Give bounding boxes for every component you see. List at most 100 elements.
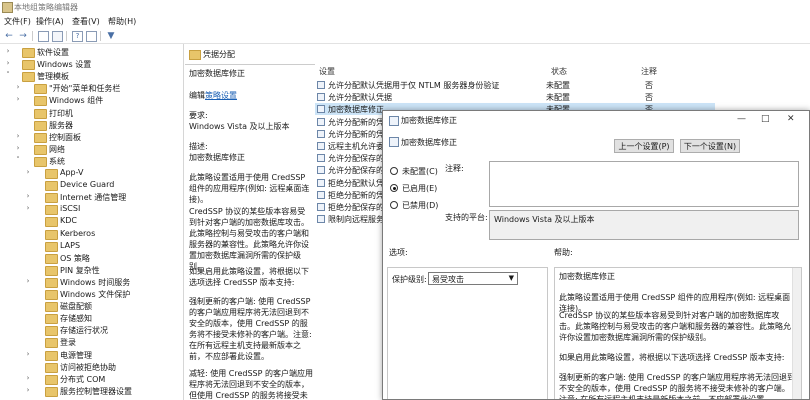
tree-item[interactable]: › App-V bbox=[0, 167, 183, 179]
menu-action[interactable]: 操作(A) bbox=[36, 16, 64, 27]
radio-disabled[interactable] bbox=[390, 201, 398, 209]
policy-setting-icon bbox=[317, 190, 325, 199]
tree-item[interactable]: 服务器 bbox=[0, 119, 183, 131]
list-item[interactable]: 允许分配默认凭据 未配置 否 bbox=[315, 91, 715, 103]
folder-icon bbox=[45, 302, 58, 313]
next-setting-button[interactable]: 下一个设置(N) bbox=[680, 139, 740, 153]
protection-level-select[interactable]: 易受攻击 ▼ bbox=[428, 272, 518, 285]
tree-item[interactable]: › 服务控制管理器设置 bbox=[0, 385, 183, 397]
tree-item[interactable]: OS 策略 bbox=[0, 252, 183, 264]
maximize-icon[interactable]: □ bbox=[761, 114, 770, 124]
chevron-right-icon[interactable]: › bbox=[24, 277, 32, 285]
column-header-comment[interactable]: 注释 bbox=[641, 66, 657, 78]
setting-state: 未配置 bbox=[546, 93, 570, 103]
filter-icon[interactable]: ▼ bbox=[106, 31, 116, 41]
chevron-right-icon[interactable]: › bbox=[14, 132, 22, 140]
show-hide-tree-icon[interactable] bbox=[38, 31, 49, 42]
folder-icon bbox=[45, 181, 58, 192]
radio-disabled-label[interactable]: 已禁用(D) bbox=[402, 200, 438, 211]
folder-icon bbox=[45, 205, 58, 216]
properties-icon[interactable] bbox=[52, 31, 63, 42]
chevron-down-icon[interactable]: ˅ bbox=[4, 71, 12, 79]
tree-item[interactable]: › iSCSI bbox=[0, 203, 183, 216]
comment-textarea[interactable] bbox=[489, 161, 799, 207]
edit-policy-link[interactable]: 策略设置 bbox=[205, 91, 237, 100]
toolbar-separator bbox=[66, 31, 67, 41]
menu-help[interactable]: 帮助(H) bbox=[108, 16, 136, 27]
policy-setting-icon bbox=[317, 166, 325, 175]
tree-item[interactable]: PIN 复杂性 bbox=[0, 264, 183, 276]
options-panel: 保护级别: 易受攻击 ▼ bbox=[387, 267, 548, 399]
window-title: 本地组策略编辑器 bbox=[14, 3, 78, 12]
chevron-right-icon[interactable]: › bbox=[24, 204, 32, 212]
tree-item[interactable]: KDC bbox=[0, 215, 183, 228]
tree-item[interactable]: › 控制面板 bbox=[0, 131, 183, 143]
folder-icon bbox=[45, 229, 58, 240]
setting-comment: 否 bbox=[645, 93, 653, 103]
tree-item[interactable]: › 分布式 COM bbox=[0, 373, 183, 385]
navigation-tree[interactable]: › 软件设置 › Windows 设置 ˅ 管理模板 › "开始"菜单和任务栏 › Windows… bbox=[0, 44, 184, 400]
column-header-state[interactable]: 状态 bbox=[551, 66, 567, 78]
help-scrollbar[interactable] bbox=[792, 268, 801, 399]
chevron-right-icon[interactable]: › bbox=[24, 350, 32, 358]
tree-item[interactable]: 存储感知 bbox=[0, 312, 183, 325]
tree-item[interactable]: 访问被拒绝协助 bbox=[0, 361, 183, 373]
tree-item[interactable]: 登录 bbox=[0, 336, 183, 349]
tree-item[interactable]: › Windows 设置 bbox=[0, 58, 183, 71]
tree-item[interactable]: › 网络 bbox=[0, 143, 183, 155]
chevron-right-icon[interactable]: › bbox=[14, 83, 22, 91]
tree-item[interactable]: LAPS bbox=[0, 240, 183, 252]
chevron-right-icon[interactable]: › bbox=[24, 374, 32, 382]
policy-setting-icon bbox=[317, 117, 325, 126]
column-header-setting[interactable]: 设置 bbox=[319, 66, 335, 78]
tree-item[interactable]: › "开始"菜单和任务栏 bbox=[0, 82, 183, 95]
extended-description-pane: 凭据分配 加密数据库修正 编辑策略设置 要求: Windows Vista 及以… bbox=[185, 44, 315, 400]
help-paragraph-2: CredSSP 协议的某些版本容易受到针对客户端的加密数据库攻击。此策略控制与易… bbox=[559, 311, 791, 342]
radio-not-configured[interactable] bbox=[390, 167, 398, 175]
radio-enabled[interactable] bbox=[390, 184, 398, 192]
chevron-down-icon[interactable]: ˅ bbox=[14, 156, 22, 164]
tree-item[interactable]: › Windows 时间服务 bbox=[0, 276, 183, 288]
chevron-right-icon[interactable]: › bbox=[14, 95, 22, 103]
folder-icon bbox=[189, 50, 201, 60]
show-hide-pane-icon[interactable] bbox=[86, 31, 97, 42]
tree-item[interactable]: › Windows 组件 bbox=[0, 94, 183, 107]
chevron-right-icon[interactable]: › bbox=[4, 47, 12, 55]
previous-setting-button[interactable]: 上一个设置(P) bbox=[614, 139, 674, 153]
tree-item[interactable]: 打印机 bbox=[0, 107, 183, 119]
close-icon[interactable]: ✕ bbox=[787, 114, 795, 124]
toolbar-separator bbox=[32, 31, 33, 41]
chevron-right-icon[interactable]: › bbox=[14, 144, 22, 152]
tree-item-label: 系统 bbox=[49, 156, 65, 166]
menu-file[interactable]: 文件(F) bbox=[4, 16, 31, 27]
setting-comment: 否 bbox=[645, 81, 653, 90]
tree-item[interactable]: 存储运行状况 bbox=[0, 324, 183, 337]
chevron-right-icon[interactable]: › bbox=[24, 386, 32, 394]
tree-item[interactable]: ˅ 管理模板 bbox=[0, 70, 183, 83]
tree-item[interactable]: ˅ 系统 bbox=[0, 155, 183, 167]
supported-platform-label: 支持的平台: bbox=[445, 213, 488, 222]
folder-icon bbox=[45, 217, 58, 228]
chevron-right-icon[interactable]: › bbox=[24, 192, 32, 200]
chevron-right-icon[interactable]: › bbox=[24, 168, 32, 176]
tree-item[interactable]: Windows 文件保护 bbox=[0, 288, 183, 300]
minimize-icon[interactable]: — bbox=[737, 114, 746, 124]
list-item[interactable]: 允许分配默认凭据用于仅 NTLM 服务器身份验证 未配置 否 bbox=[315, 79, 715, 91]
forward-icon[interactable]: → bbox=[18, 31, 28, 41]
help-icon[interactable]: ? bbox=[72, 31, 83, 42]
tree-item[interactable]: › Internet 通信管理 bbox=[0, 191, 183, 204]
tree-item[interactable]: Device Guard bbox=[0, 179, 183, 192]
tree-item[interactable]: › 电源管理 bbox=[0, 349, 183, 361]
setting-name: 允许分配默认凭据用于仅 NTLM 服务器身份验证 bbox=[328, 81, 500, 90]
menu-view[interactable]: 查看(V) bbox=[72, 16, 100, 27]
chevron-right-icon[interactable]: › bbox=[4, 59, 12, 67]
dialog-title-bar: 加密数据库修正 — □ ✕ bbox=[383, 111, 809, 129]
tree-item[interactable]: › 软件设置 bbox=[0, 46, 183, 58]
toolbar-separator bbox=[100, 31, 101, 41]
tree-item[interactable]: Kerberos bbox=[0, 228, 183, 240]
radio-enabled-label[interactable]: 已启用(E) bbox=[402, 183, 437, 194]
tree-item[interactable]: 磁盘配额 bbox=[0, 300, 183, 313]
radio-not-configured-label[interactable]: 未配置(C) bbox=[402, 166, 438, 177]
back-icon[interactable]: ← bbox=[4, 31, 14, 41]
toolbar: ← → ? ▼ bbox=[0, 28, 810, 44]
